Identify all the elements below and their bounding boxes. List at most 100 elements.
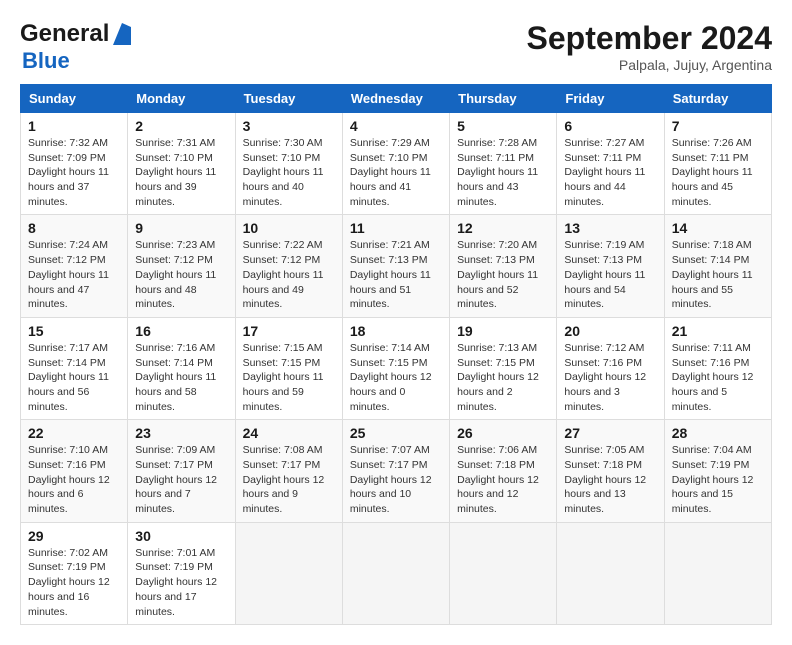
calendar-day-cell: 11Sunrise: 7:21 AMSunset: 7:13 PMDayligh… <box>342 215 449 317</box>
day-number: 23 <box>135 425 227 441</box>
day-info: Sunrise: 7:14 AMSunset: 7:15 PMDaylight … <box>350 341 442 414</box>
day-number: 25 <box>350 425 442 441</box>
calendar-week-row: 22Sunrise: 7:10 AMSunset: 7:16 PMDayligh… <box>21 420 772 522</box>
day-number: 11 <box>350 220 442 236</box>
calendar-day-cell: 18Sunrise: 7:14 AMSunset: 7:15 PMDayligh… <box>342 317 449 419</box>
calendar-day-cell: 27 Sunrise: 7:05 AMSunset: 7:18 PMDayligh… <box>557 420 664 522</box>
day-number: 2 <box>135 118 227 134</box>
logo-arrow-icon <box>113 23 131 45</box>
day-info: Sunrise: 7:02 AMSunset: 7:19 PMDaylight … <box>28 546 120 619</box>
calendar-day-cell: 10 Sunrise: 7:22 AMSunset: 7:12 PMDayligh… <box>235 215 342 317</box>
location-subtitle: Palpala, Jujuy, Argentina <box>527 57 772 73</box>
calendar-day-cell <box>557 522 664 624</box>
day-number: 12 <box>457 220 549 236</box>
calendar-day-cell: 6Sunrise: 7:27 AMSunset: 7:11 PMDaylight… <box>557 113 664 215</box>
day-number: 28 <box>672 425 764 441</box>
day-number: 14 <box>672 220 764 236</box>
calendar-day-cell: 17Sunrise: 7:15 AMSunset: 7:15 PMDayligh… <box>235 317 342 419</box>
day-number: 26 <box>457 425 549 441</box>
calendar-week-row: 15 Sunrise: 7:17 AMSunset: 7:14 PMDayligh… <box>21 317 772 419</box>
calendar-day-cell: 26 Sunrise: 7:06 AMSunset: 7:18 PMDayligh… <box>450 420 557 522</box>
page-header: General Blue September 2024 Palpala, Juj… <box>20 20 772 74</box>
calendar-day-cell: 9 Sunrise: 7:23 AMSunset: 7:12 PMDaylight… <box>128 215 235 317</box>
day-number: 29 <box>28 528 120 544</box>
calendar-day-cell: 14 Sunrise: 7:18 AMSunset: 7:14 PMDayligh… <box>664 215 771 317</box>
day-info: Sunrise: 7:06 AMSunset: 7:18 PMDaylight … <box>457 443 549 516</box>
day-info: Sunrise: 7:18 AMSunset: 7:14 PMDaylight … <box>672 238 764 311</box>
day-number: 21 <box>672 323 764 339</box>
title-section: September 2024 Palpala, Jujuy, Argentina <box>527 20 772 73</box>
calendar-week-row: 1Sunrise: 7:32 AMSunset: 7:09 PMDaylight… <box>21 113 772 215</box>
day-info: Sunrise: 7:04 AMSunset: 7:19 PMDaylight … <box>672 443 764 516</box>
day-number: 9 <box>135 220 227 236</box>
calendar-day-cell: 4 Sunrise: 7:29 AMSunset: 7:10 PMDaylight… <box>342 113 449 215</box>
day-info: Sunrise: 7:08 AMSunset: 7:17 PMDaylight … <box>243 443 335 516</box>
day-number: 19 <box>457 323 549 339</box>
calendar-day-cell: 29 Sunrise: 7:02 AMSunset: 7:19 PMDayligh… <box>21 522 128 624</box>
logo-blue-text: Blue <box>22 48 70 74</box>
day-info: Sunrise: 7:22 AMSunset: 7:12 PMDaylight … <box>243 238 335 311</box>
day-number: 4 <box>350 118 442 134</box>
calendar-day-cell: 22Sunrise: 7:10 AMSunset: 7:16 PMDayligh… <box>21 420 128 522</box>
calendar-day-cell: 15 Sunrise: 7:17 AMSunset: 7:14 PMDayligh… <box>21 317 128 419</box>
day-info: Sunrise: 7:27 AMSunset: 7:11 PMDaylight … <box>564 136 656 209</box>
day-of-week-header: Tuesday <box>235 85 342 113</box>
calendar-day-cell: 16 Sunrise: 7:16 AMSunset: 7:14 PMDayligh… <box>128 317 235 419</box>
day-info: Sunrise: 7:28 AMSunset: 7:11 PMDaylight … <box>457 136 549 209</box>
day-of-week-header: Monday <box>128 85 235 113</box>
day-number: 15 <box>28 323 120 339</box>
calendar-day-cell: 13Sunrise: 7:19 AMSunset: 7:13 PMDayligh… <box>557 215 664 317</box>
day-info: Sunrise: 7:01 AMSunset: 7:19 PMDaylight … <box>135 546 227 619</box>
calendar-day-cell: 1Sunrise: 7:32 AMSunset: 7:09 PMDaylight… <box>21 113 128 215</box>
day-info: Sunrise: 7:12 AMSunset: 7:16 PMDaylight … <box>564 341 656 414</box>
day-number: 1 <box>28 118 120 134</box>
day-number: 24 <box>243 425 335 441</box>
day-number: 7 <box>672 118 764 134</box>
day-number: 22 <box>28 425 120 441</box>
calendar-day-cell: 21 Sunrise: 7:11 AMSunset: 7:16 PMDayligh… <box>664 317 771 419</box>
calendar-day-cell <box>235 522 342 624</box>
day-number: 27 <box>564 425 656 441</box>
day-of-week-header: Wednesday <box>342 85 449 113</box>
calendar-day-cell <box>450 522 557 624</box>
calendar-day-cell: 28 Sunrise: 7:04 AMSunset: 7:19 PMDayligh… <box>664 420 771 522</box>
calendar-day-cell: 19 Sunrise: 7:13 AMSunset: 7:15 PMDayligh… <box>450 317 557 419</box>
day-info: Sunrise: 7:16 AMSunset: 7:14 PMDaylight … <box>135 341 227 414</box>
day-info: Sunrise: 7:19 AMSunset: 7:13 PMDaylight … <box>564 238 656 311</box>
day-info: Sunrise: 7:29 AMSunset: 7:10 PMDaylight … <box>350 136 442 209</box>
day-of-week-header: Sunday <box>21 85 128 113</box>
day-info: Sunrise: 7:24 AMSunset: 7:12 PMDaylight … <box>28 238 120 311</box>
day-info: Sunrise: 7:30 AMSunset: 7:10 PMDaylight … <box>243 136 335 209</box>
day-info: Sunrise: 7:13 AMSunset: 7:15 PMDaylight … <box>457 341 549 414</box>
day-number: 17 <box>243 323 335 339</box>
day-number: 3 <box>243 118 335 134</box>
day-number: 10 <box>243 220 335 236</box>
calendar-day-cell: 23 Sunrise: 7:09 AMSunset: 7:17 PMDayligh… <box>128 420 235 522</box>
day-of-week-header: Friday <box>557 85 664 113</box>
day-info: Sunrise: 7:31 AMSunset: 7:10 PMDaylight … <box>135 136 227 209</box>
day-number: 30 <box>135 528 227 544</box>
day-number: 8 <box>28 220 120 236</box>
calendar-day-cell <box>664 522 771 624</box>
day-of-week-header: Thursday <box>450 85 557 113</box>
day-of-week-header: Saturday <box>664 85 771 113</box>
calendar-day-cell: 20 Sunrise: 7:12 AMSunset: 7:16 PMDayligh… <box>557 317 664 419</box>
day-number: 16 <box>135 323 227 339</box>
calendar-day-cell: 30 Sunrise: 7:01 AMSunset: 7:19 PMDayligh… <box>128 522 235 624</box>
day-number: 20 <box>564 323 656 339</box>
logo-general-text: General <box>20 20 109 48</box>
day-info: Sunrise: 7:17 AMSunset: 7:14 PMDaylight … <box>28 341 120 414</box>
calendar-day-cell: 24 Sunrise: 7:08 AMSunset: 7:17 PMDayligh… <box>235 420 342 522</box>
day-info: Sunrise: 7:07 AMSunset: 7:17 PMDaylight … <box>350 443 442 516</box>
day-info: Sunrise: 7:26 AMSunset: 7:11 PMDaylight … <box>672 136 764 209</box>
logo: General Blue <box>20 20 131 74</box>
day-info: Sunrise: 7:09 AMSunset: 7:17 PMDaylight … <box>135 443 227 516</box>
day-info: Sunrise: 7:20 AMSunset: 7:13 PMDaylight … <box>457 238 549 311</box>
calendar-day-cell: 5 Sunrise: 7:28 AMSunset: 7:11 PMDaylight… <box>450 113 557 215</box>
day-number: 5 <box>457 118 549 134</box>
day-info: Sunrise: 7:23 AMSunset: 7:12 PMDaylight … <box>135 238 227 311</box>
day-info: Sunrise: 7:05 AMSunset: 7:18 PMDaylight … <box>564 443 656 516</box>
calendar-day-cell: 25 Sunrise: 7:07 AMSunset: 7:17 PMDayligh… <box>342 420 449 522</box>
calendar-day-cell: 2 Sunrise: 7:31 AMSunset: 7:10 PMDaylight… <box>128 113 235 215</box>
day-info: Sunrise: 7:11 AMSunset: 7:16 PMDaylight … <box>672 341 764 414</box>
